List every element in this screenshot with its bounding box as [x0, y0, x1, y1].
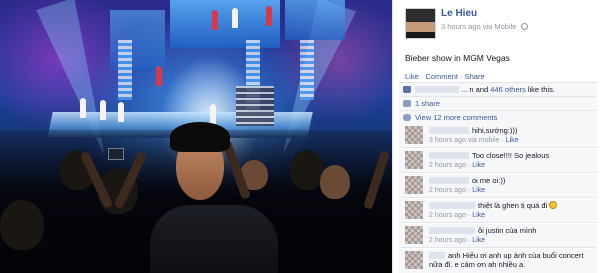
feedback-box: ... n and 446 others like this. 1 share …	[399, 82, 597, 125]
commenter-avatar[interactable]	[405, 176, 423, 194]
performer	[266, 6, 272, 26]
globe-icon	[520, 23, 528, 30]
comment-time[interactable]: 2 hours ago	[429, 187, 466, 194]
comment-item: anh Hiếu ơi anh up ảnh của buổi concert …	[399, 249, 597, 273]
blurred-commenter-name[interactable]	[429, 227, 475, 234]
performer	[212, 10, 218, 30]
comment-item: thiệt là ghen tị quá đi 2 hours ago · Li…	[399, 199, 597, 223]
comment-item: oi me oi:)) 2 hours ago · Like	[399, 174, 597, 198]
phone-in-hand	[108, 148, 124, 160]
person-shirt	[150, 205, 278, 273]
comment-time[interactable]: 2 hours ago	[429, 212, 466, 219]
comment-like-link[interactable]: Like	[472, 162, 485, 169]
performer	[118, 102, 124, 122]
share-link[interactable]: Share	[465, 72, 485, 81]
post-header: Le Hieu 3 hours ago via Mobile	[405, 8, 595, 44]
share-icon	[403, 100, 411, 107]
person-hair	[170, 122, 230, 152]
post-time[interactable]: 3 hours ago via Mobile	[441, 22, 516, 31]
performer	[210, 104, 216, 124]
post-meta: 3 hours ago via Mobile	[441, 22, 528, 31]
blurred-commenter-name[interactable]	[429, 177, 469, 184]
comment-text: Too close!!!! So jealous	[472, 151, 550, 160]
comment-like-link[interactable]: Like	[472, 237, 485, 244]
commenter-avatar[interactable]	[405, 226, 423, 244]
comment-like-link[interactable]: Like	[472, 187, 485, 194]
stage-staircase	[236, 86, 274, 126]
light-tower	[118, 40, 132, 100]
comment-text: anh Hiếu ơi anh up ảnh của buổi concert …	[429, 251, 584, 269]
stage-video-screen	[170, 0, 280, 48]
blurred-commenter-name[interactable]	[429, 127, 469, 134]
concert-photo[interactable]	[0, 0, 392, 273]
comment-item: Too close!!!! So jealous 2 hours ago · L…	[399, 149, 597, 173]
comment-like-link[interactable]: Like	[472, 212, 485, 219]
shares-summary[interactable]: 1 share	[399, 97, 597, 111]
smile-emoticon-icon	[549, 201, 558, 209]
performer	[100, 100, 106, 120]
blurred-name	[415, 86, 459, 93]
blurred-commenter-name[interactable]	[429, 152, 469, 159]
comment-text: ôi justin của mình	[478, 226, 537, 235]
post-status: Bieber show in MGM Vegas	[405, 53, 510, 63]
crowd-head	[0, 200, 44, 250]
comment-item: hihi,sướng:))) 3 hours ago via mobile · …	[399, 124, 597, 148]
comment-icon	[403, 114, 411, 121]
comment-text: thiệt là ghen tị quá đi	[478, 201, 548, 210]
comment-time[interactable]: 2 hours ago	[429, 237, 466, 244]
comment-text: hihi,sướng:)))	[472, 126, 518, 135]
like-link[interactable]: Like	[405, 72, 419, 81]
performer	[156, 66, 162, 86]
likes-others-link[interactable]: 446 others	[490, 85, 525, 94]
performer	[232, 8, 238, 28]
crowd-head	[290, 150, 324, 190]
comment-link[interactable]: Comment	[425, 72, 458, 81]
post-panel: Le Hieu 3 hours ago via Mobile Bieber sh…	[392, 0, 600, 273]
likes-summary: ... n and 446 others like this.	[399, 83, 597, 97]
stage-video-screen	[285, 0, 345, 40]
comment-time[interactable]: 3 hours ago via mobile	[429, 137, 499, 144]
commenter-avatar[interactable]	[405, 201, 423, 219]
commenter-avatar[interactable]	[405, 251, 423, 269]
comment-item: ôi justin của mình 2 hours ago · Like	[399, 224, 597, 248]
comment-text: oi me oi:))	[472, 176, 506, 185]
commenter-avatar[interactable]	[405, 126, 423, 144]
light-tower	[300, 40, 314, 100]
author-avatar[interactable]	[405, 8, 436, 39]
author-name[interactable]: Le Hieu	[441, 8, 477, 19]
performer	[80, 98, 86, 118]
comment-like-link[interactable]: Like	[506, 137, 519, 144]
like-icon	[403, 86, 411, 93]
blurred-commenter-name[interactable]	[429, 252, 445, 259]
comment-time[interactable]: 2 hours ago	[429, 162, 466, 169]
view-more-comments[interactable]: View 12 more comments	[399, 111, 597, 125]
post-actions: Like · Comment · Share	[405, 72, 485, 81]
commenter-avatar[interactable]	[405, 151, 423, 169]
blurred-commenter-name[interactable]	[429, 202, 475, 209]
crowd-head	[320, 165, 350, 199]
